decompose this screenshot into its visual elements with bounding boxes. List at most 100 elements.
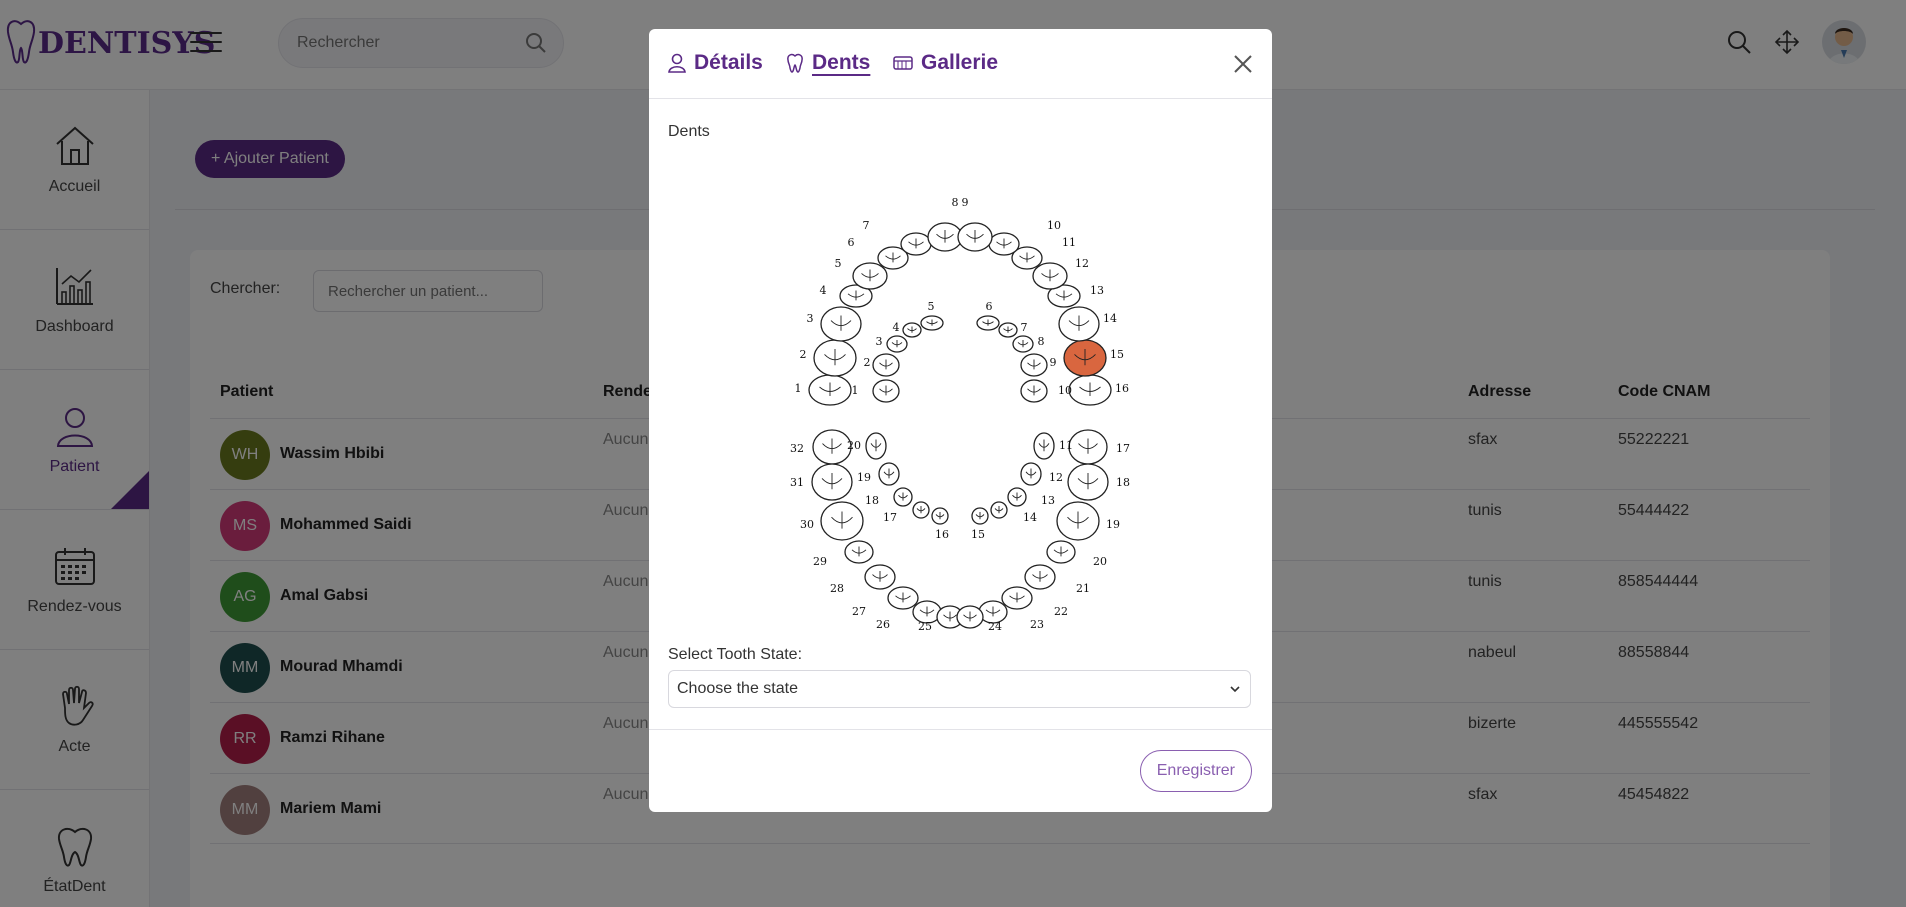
tooth-31[interactable] bbox=[811, 463, 853, 501]
tooth-24[interactable] bbox=[956, 605, 984, 629]
section-label: Dents bbox=[668, 123, 710, 140]
child-tooth-lower-14[interactable] bbox=[990, 501, 1008, 519]
tooth-number-label: 6 bbox=[848, 236, 855, 249]
tooth-14[interactable] bbox=[1058, 306, 1100, 342]
tooth-32[interactable] bbox=[812, 429, 852, 465]
tooth-number-label: 7 bbox=[863, 219, 870, 232]
child-tooth-upper-9[interactable] bbox=[1020, 353, 1048, 377]
chevron-down-icon bbox=[1230, 686, 1240, 693]
tooth-number-label: 25 bbox=[918, 620, 932, 633]
tooth-number-label: 9 bbox=[962, 196, 969, 209]
tooth-number-label: 2 bbox=[864, 356, 871, 369]
tooth-7[interactable] bbox=[900, 232, 932, 256]
child-tooth-upper-3[interactable] bbox=[886, 335, 908, 353]
tooth-number-label: 3 bbox=[807, 312, 814, 325]
tooth-number-label: 17 bbox=[883, 511, 897, 524]
tooth-1[interactable] bbox=[808, 374, 852, 406]
save-button[interactable]: Enregistrer bbox=[1139, 750, 1252, 792]
tooth-number-label: 3 bbox=[876, 335, 883, 348]
tooth-12[interactable] bbox=[1032, 262, 1068, 290]
tooth-number-label: 23 bbox=[1030, 618, 1044, 631]
tooth-number-label: 12 bbox=[1075, 257, 1089, 270]
tooth-number-label: 30 bbox=[800, 518, 814, 531]
tooth-22[interactable] bbox=[1001, 586, 1033, 610]
tooth-5[interactable] bbox=[852, 262, 888, 290]
tooth-number-label: 20 bbox=[1093, 555, 1107, 568]
gallery-icon bbox=[893, 56, 913, 70]
child-tooth-lower-13[interactable] bbox=[1007, 487, 1027, 507]
tooth-number-label: 5 bbox=[928, 300, 935, 313]
tab-details[interactable]: Détails bbox=[668, 51, 763, 75]
tooth-number-label: 2 bbox=[800, 348, 807, 361]
tooth-state-label: Select Tooth State: bbox=[668, 646, 803, 663]
child-tooth-upper-10[interactable] bbox=[1020, 379, 1048, 403]
child-tooth-lower-19[interactable] bbox=[878, 462, 900, 486]
tab-label: Dents bbox=[812, 51, 871, 74]
tooth-number-label: 32 bbox=[790, 442, 804, 455]
tab-label: Gallerie bbox=[921, 51, 999, 74]
child-tooth-lower-17[interactable] bbox=[912, 501, 930, 519]
tooth-27[interactable] bbox=[887, 586, 919, 610]
tooth-number-label: 19 bbox=[857, 471, 871, 484]
child-tooth-lower-18[interactable] bbox=[893, 487, 913, 507]
tooth-number-label: 15 bbox=[1110, 348, 1124, 361]
tooth-number-label: 16 bbox=[935, 528, 949, 541]
tooth-chart[interactable]: 1 162 153 144 135 126 117 108 932 1731 1830 1929 202… bbox=[780, 184, 1140, 664]
child-tooth-lower-12[interactable] bbox=[1020, 462, 1042, 486]
tooth-18[interactable] bbox=[1067, 463, 1109, 501]
tab-label: Détails bbox=[694, 51, 763, 74]
tooth-28[interactable] bbox=[864, 564, 896, 590]
tooth-number-label: 21 bbox=[1076, 582, 1090, 595]
tooth-29[interactable] bbox=[844, 540, 874, 564]
tooth-10[interactable] bbox=[988, 232, 1020, 256]
tooth-number-label: 9 bbox=[1050, 356, 1057, 369]
tooth-number-label: 14 bbox=[1023, 511, 1037, 524]
tooth-17[interactable] bbox=[1068, 429, 1108, 465]
tooth-icon bbox=[787, 53, 803, 73]
child-tooth-upper-1[interactable] bbox=[872, 379, 900, 403]
child-tooth-lower-11[interactable] bbox=[1033, 432, 1055, 460]
child-tooth-lower-15[interactable] bbox=[971, 507, 989, 525]
tooth-number-label: 15 bbox=[971, 528, 985, 541]
tooth-8[interactable] bbox=[927, 222, 963, 252]
close-icon[interactable] bbox=[1232, 53, 1254, 75]
tooth-number-label: 11 bbox=[1059, 439, 1073, 452]
tab-gallerie[interactable]: Gallerie bbox=[893, 51, 998, 75]
tooth-21[interactable] bbox=[1024, 564, 1056, 590]
tooth-number-label: 24 bbox=[988, 620, 1002, 633]
tooth-2[interactable] bbox=[813, 339, 857, 377]
child-tooth-upper-2[interactable] bbox=[872, 353, 900, 377]
tooth-number-label: 29 bbox=[813, 555, 827, 568]
tooth-20[interactable] bbox=[1046, 540, 1076, 564]
child-tooth-upper-8[interactable] bbox=[1012, 335, 1034, 353]
tooth-number-label: 28 bbox=[830, 582, 844, 595]
child-tooth-upper-5[interactable] bbox=[920, 315, 944, 331]
tooth-number-label: 11 bbox=[1062, 236, 1076, 249]
tooth-number-label: 13 bbox=[1090, 284, 1104, 297]
tooth-state-select[interactable]: Choose the state bbox=[668, 670, 1251, 708]
tooth-15[interactable] bbox=[1063, 339, 1107, 377]
tooth-number-label: 14 bbox=[1103, 312, 1117, 325]
tooth-30[interactable] bbox=[820, 501, 864, 541]
tooth-16[interactable] bbox=[1068, 374, 1112, 406]
tooth-number-label: 20 bbox=[847, 439, 861, 452]
child-tooth-upper-7[interactable] bbox=[998, 322, 1018, 338]
tooth-number-label: 18 bbox=[865, 494, 879, 507]
user-icon bbox=[668, 53, 686, 73]
tooth-9[interactable] bbox=[957, 222, 993, 252]
tooth-number-label: 4 bbox=[893, 321, 900, 334]
patient-modal: Détails Dents Gallerie Dents 1 16 2 15 3 14 4 1… bbox=[649, 29, 1272, 812]
tab-dents[interactable]: Dents bbox=[786, 51, 870, 75]
child-tooth-upper-4[interactable] bbox=[902, 322, 922, 338]
tooth-number-label: 27 bbox=[852, 605, 866, 618]
child-tooth-lower-16[interactable] bbox=[931, 507, 949, 525]
tooth-number-label: 18 bbox=[1116, 476, 1130, 489]
tooth-number-label: 10 bbox=[1058, 384, 1072, 397]
tooth-19[interactable] bbox=[1056, 501, 1100, 541]
child-tooth-upper-6[interactable] bbox=[976, 315, 1000, 331]
tooth-number-label: 4 bbox=[820, 284, 827, 297]
tooth-number-label: 31 bbox=[790, 476, 804, 489]
tooth-3[interactable] bbox=[820, 306, 862, 342]
child-tooth-lower-20[interactable] bbox=[865, 432, 887, 460]
modal-header: Détails Dents Gallerie bbox=[649, 29, 1272, 99]
